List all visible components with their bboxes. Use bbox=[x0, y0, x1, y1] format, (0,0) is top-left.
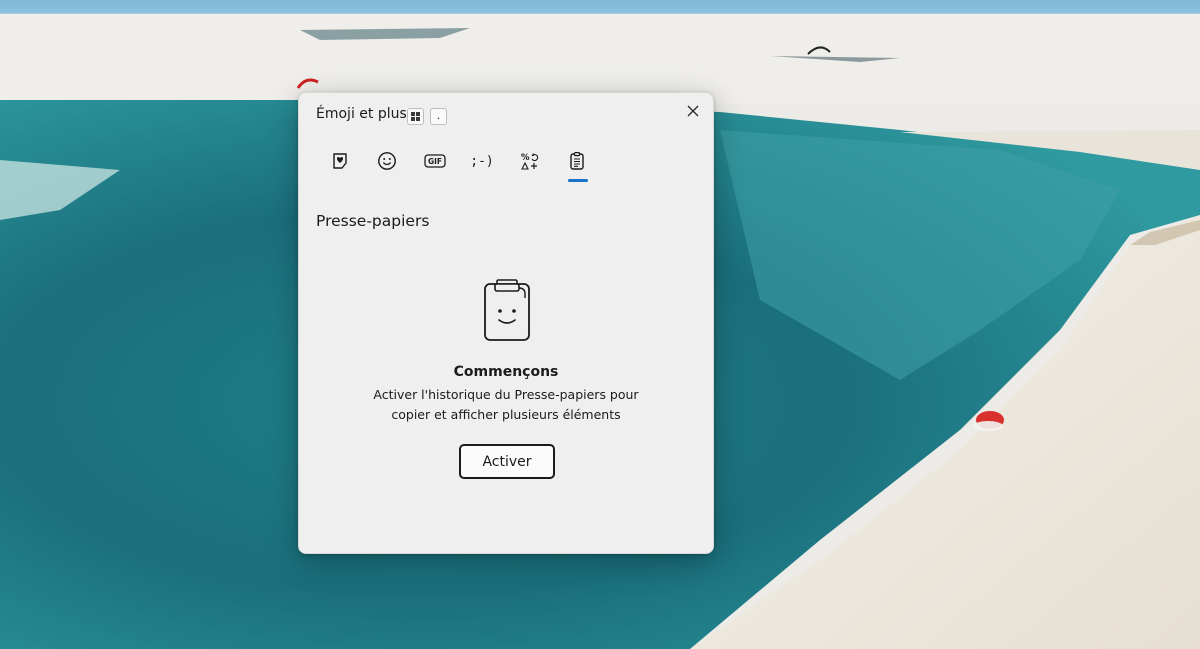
description-line-1: Activer l'historique du Presse-papiers p… bbox=[373, 387, 639, 402]
smiley-icon bbox=[378, 152, 396, 170]
tab-kaomoji[interactable]: ;-) bbox=[462, 145, 502, 177]
smiling-clipboard-icon bbox=[484, 279, 530, 341]
section-title: Presse-papiers bbox=[316, 212, 430, 230]
panel-title: Émoji et plus bbox=[316, 106, 407, 122]
kaomoji-label: ;-) bbox=[470, 153, 494, 169]
svg-text:%: % bbox=[521, 153, 530, 163]
period-key-badge: . bbox=[430, 108, 447, 125]
close-button[interactable] bbox=[683, 101, 703, 121]
tab-clipboard[interactable] bbox=[557, 145, 597, 177]
activate-button[interactable]: Activer bbox=[459, 444, 555, 479]
empty-state-heading: Commençons bbox=[453, 364, 559, 380]
empty-state-description: Activer l'historique du Presse-papiers p… bbox=[339, 385, 673, 425]
description-line-2: copier et afficher plusieurs éléments bbox=[391, 407, 621, 422]
tab-emoji[interactable] bbox=[367, 145, 407, 177]
emoji-panel: Émoji et plus . GIF ;-) % Presse-papiers… bbox=[298, 92, 714, 554]
tab-symbols[interactable]: % bbox=[510, 145, 550, 177]
close-icon bbox=[687, 105, 699, 117]
symbols-icon: % bbox=[521, 153, 539, 170]
heart-sticker-icon bbox=[333, 153, 347, 169]
gif-label: GIF bbox=[427, 156, 443, 166]
tab-gif[interactable]: GIF bbox=[415, 145, 455, 177]
clipboard-illustration bbox=[483, 278, 531, 346]
clipboard-icon bbox=[570, 152, 584, 170]
selected-tab-indicator bbox=[568, 179, 588, 182]
category-tabs: GIF ;-) % bbox=[319, 145, 609, 185]
windows-key-badge bbox=[407, 108, 424, 125]
windows-logo-icon bbox=[411, 112, 420, 121]
tab-recent[interactable] bbox=[320, 145, 360, 177]
